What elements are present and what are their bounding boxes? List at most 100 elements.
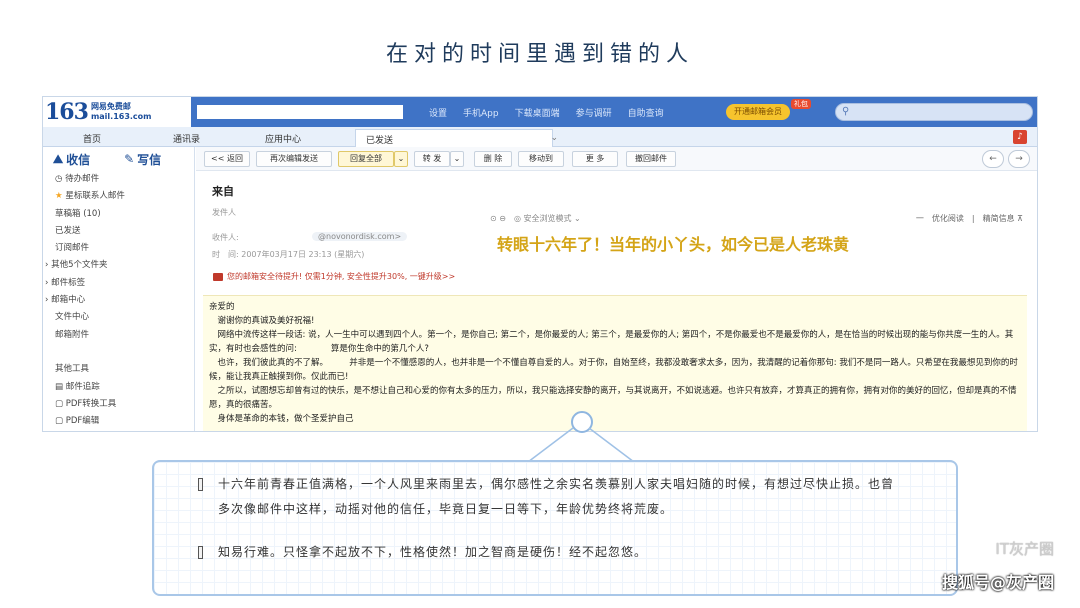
warning-icon [213,272,223,281]
top-link-settings[interactable]: 设置 [429,106,447,119]
pdf-icon: ▢ [55,398,64,409]
callout-dot [571,411,593,433]
sidebar-item-pdf-edit[interactable]: ▢ PDF编辑 [55,413,194,430]
move-button[interactable]: 移动到 [518,151,564,167]
letter-line: 身体是革命的本钱，做个圣爱护自己 [209,414,354,424]
music-icon[interactable]: ♪ [1013,130,1027,144]
redacted-subject [246,181,496,199]
open-vip-button[interactable]: 开通邮箱会员 [726,104,790,120]
receive-button[interactable]: ⛰ 收信 [53,151,90,168]
note-box: 十六年前青春正值满格，一个人风里来雨里去，偶尔感性之余实名羡慕别人家夫唱妇随的时… [152,460,958,596]
sidebar-item-label: 星标联系人邮件 [65,191,125,202]
watermark-line1: IT灰产圈 [995,540,1054,558]
top-link-self-service[interactable]: 自助查询 [628,106,664,119]
sidebar-item-todo[interactable]: ◷ 待办邮件 [55,171,194,188]
tab-contacts[interactable]: 通讯录 [173,132,200,145]
top-link-survey[interactable]: 参与调研 [576,106,612,119]
reply-dropdown-icon[interactable]: ⌄ [394,151,408,167]
sidebar-item-pdf-convert[interactable]: ▢ PDF转换工具 [55,396,194,413]
tab-apps[interactable]: 应用中心 [265,132,301,145]
logo-line2: mail.163.com [90,112,152,121]
sidebar-item-label: PDF编辑 [65,416,100,427]
sidebar-item-drafts[interactable]: 草稿箱 (10) [55,206,194,223]
compose-button[interactable]: ✎ 写信 [124,151,161,168]
sidebar-item-tracking[interactable]: ▤ 邮件追踪 [55,379,194,396]
next-arrow-icon[interactable]: → [1008,150,1030,168]
back-button[interactable]: << 返回 [204,151,250,167]
reading-options[interactable]: 一 优化阅读 | 精简信息 ⊼ [916,213,1023,224]
forward-button[interactable]: 转 发 [414,151,450,167]
sent-time: 时 间: 2007年03月17日 23:13 (星期六) [212,250,365,259]
reply-all-button[interactable]: 回复全部 [338,151,394,167]
letter-line: 谢谢你的真诚及美好祝福! [209,316,315,326]
letter-body: 亲爱的 谢谢你的真诚及美好祝福! 网络中流传这样一段话: 说，人一生中可以遇到四… [203,295,1027,431]
watermark: IT灰产圈 搜狐号@灰产圈 [942,538,1054,593]
search-input[interactable]: ⚲ [835,103,1033,121]
logo-number: 163 [45,99,89,125]
tab-home[interactable]: 首页 [83,132,101,145]
compose-icon: ✎ [124,152,135,166]
sidebar-section-tools: 其他工具 [55,364,90,375]
forward-dropdown-icon[interactable]: ⌄ [450,151,464,167]
sender-label: 发件人 [212,208,236,217]
bullet-icon [198,546,203,559]
from-label: 来自 [212,185,234,198]
redacted-account [197,105,403,119]
sidebar-item-label: 邮件追踪 [65,381,100,392]
note-paragraph-1: 十六年前青春正值满格，一个人风里来雨里去，偶尔感性之余实名羡慕别人家夫唱妇随的时… [218,477,895,516]
mail-toolbar: << 返回 再次编辑发送 回复全部 ⌄ 转 发 ⌄ 删 除 移动到 更 多 撤回… [196,147,1037,171]
sidebar-item-other-folders[interactable]: › 其他5个文件夹 [45,257,194,274]
tracking-icon: ▤ [55,381,64,392]
sidebar-item-mail-center[interactable]: › 邮箱中心 [45,292,194,309]
security-notice-text: 您的邮箱安全待提升! 仅需1分钟, 安全性提升30%, 一键升级>> [227,272,456,281]
sidebar-item-label: PDF转换工具 [65,398,117,409]
recipient-label: 收件人: [212,233,239,242]
sidebar-item-label: 其他5个文件夹 [51,260,108,271]
receive-icon: ⛰ [53,151,64,166]
sidebar: ⛰ 收信 ✎ 写信 ◷ 待办邮件 ★ 星标联系人邮件 草稿箱 (10) 已发送 订阅… [43,147,195,431]
pdf-edit-icon: ▢ [55,416,64,427]
sidebar-item-subscriptions[interactable]: 订阅邮件 [55,240,194,257]
sidebar-item-attachments[interactable]: 邮箱附件 [55,327,194,344]
sidebar-item-label: 邮箱中心 [51,295,86,306]
tab-sent-label: 已发送 [366,136,394,146]
recipient-email[interactable]: @novonordisk.com> [312,232,408,241]
mail-nav: 首页 通讯录 应用中心 已发送 ⌄ ♪ [43,127,1037,147]
annotation-text: 转眼十六年了！当年的小丫头，如今已是人老珠黄 [497,235,850,254]
resend-button[interactable]: 再次编辑发送 [256,151,332,167]
note-paragraph-2: 知易行难。只怪拿不起放不下，性格使然！加之智商是硬伤！经不起忽悠。 [218,545,648,559]
star-icon: ★ [55,191,63,202]
sidebar-item-file-center[interactable]: 文件中心 [55,309,194,326]
top-link-mobile-app[interactable]: 手机App [463,106,499,119]
sidebar-item-sent[interactable]: 已发送 [55,223,194,240]
search-icon: ⚲ [842,106,850,117]
bullet-icon [198,478,203,491]
top-link-desktop[interactable]: 下载桌面端 [515,106,560,119]
logo-line1: 网易免费邮 [90,102,131,111]
tab-sent[interactable]: 已发送 ⌄ [355,129,558,147]
view-options[interactable]: ⊙ ⊖ ◎ 安全浏览模式 ⌄ [490,213,581,224]
letter-line: 网络中流传这样一段话: 说，人一生中可以遇到四个人。第一个，是你自己; 第二个，… [209,330,1014,354]
prev-arrow-icon[interactable]: ← [982,150,1004,168]
recall-button[interactable]: 撤回邮件 [626,151,676,167]
compose-label: 写信 [137,152,162,167]
sidebar-item-labels[interactable]: › 邮件标签 [45,275,194,292]
mail-logo[interactable]: 163 网易免费邮 mail.163.com [43,97,191,127]
security-notice[interactable]: 您的邮箱安全待提升! 仅需1分钟, 安全性提升30%, 一键升级>> [213,271,455,282]
sidebar-item-label: 待办邮件 [65,174,100,184]
vip-badge: 礼包 [791,99,811,109]
receive-label: 收信 [66,152,91,167]
letter-line: 亲爱的 [209,302,235,312]
delete-button[interactable]: 删 除 [474,151,512,167]
letter-line: 之所以，试图想忘却曾有过的快乐，是不想让自己和心爱的你有太多的压力，所以，我只能… [209,386,1017,410]
sidebar-item-starred[interactable]: ★ 星标联系人邮件 [55,188,194,205]
top-links: 设置 手机App 下载桌面端 参与调研 自助查询 [429,106,664,119]
tab-close-icon[interactable]: ⌄ [550,133,558,143]
page-title: 在对的时间里遇到错的人 [385,42,694,67]
watermark-line2: 搜狐号@灰产圈 [941,573,1054,592]
mail-screenshot: 163 网易免费邮 mail.163.com 设置 手机App 下载桌面端 参与… [42,96,1038,432]
letter-line: 也许，我们彼此真的不了解。 并非是一个不懂感恩的人，也并非是一个不懂自尊自爱的人… [209,358,1018,382]
sidebar-item-label: 邮件标签 [51,277,86,288]
more-button[interactable]: 更 多 [572,151,618,167]
